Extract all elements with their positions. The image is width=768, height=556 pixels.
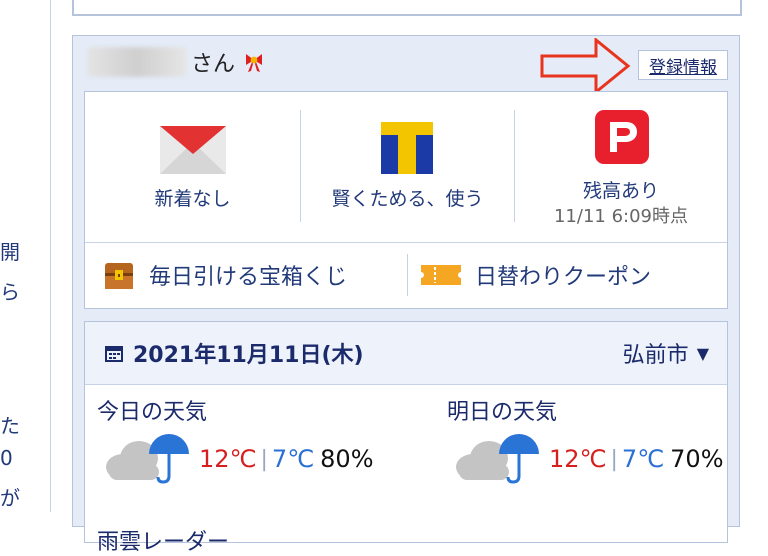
- today-weather-row[interactable]: 12℃ | 7℃ 80%: [103, 434, 374, 484]
- today-weather-title: 今日の天気: [97, 400, 208, 425]
- paypay-service[interactable]: 残高あり 11/11 6:09時点: [515, 92, 727, 242]
- weather-date: 2021年11月11日(木): [105, 322, 364, 384]
- left-column-text-2: ら: [0, 280, 20, 304]
- tomorrow-precip: 70%: [670, 445, 724, 473]
- personal-module: さん 登録情報 新着なし 賢くためる、使う 残高あり 11/11 6:09時点 …: [72, 35, 740, 555]
- treasure-lottery-label: 毎日引ける宝箱くじ: [149, 265, 348, 290]
- tomorrow-weather-row[interactable]: 12℃ | 7℃ 70%: [453, 434, 724, 484]
- registration-info-link[interactable]: 登録情報: [638, 50, 728, 80]
- daily-coupon-label: 日替わりクーポン: [475, 265, 652, 290]
- daily-coupon-link[interactable]: 日替わりクーポン: [421, 242, 651, 308]
- tomorrow-low-temp: 7℃: [621, 445, 665, 473]
- city-name: 弘前市: [622, 343, 689, 368]
- left-column-text-4: 0: [0, 446, 13, 470]
- rain-radar-title[interactable]: 雨雲レーダー: [97, 524, 229, 556]
- cloud-umbrella-icon: [456, 434, 539, 484]
- left-column-text-5: が: [0, 486, 20, 510]
- today-low-temp: 7℃: [271, 445, 315, 473]
- paypay-label: 残高あり: [582, 180, 659, 202]
- today-high-temp: 12℃: [199, 445, 257, 473]
- calendar-icon: [105, 346, 123, 362]
- tpoint-icon: [381, 122, 433, 174]
- tpoint-service[interactable]: 賢くためる、使う: [301, 92, 514, 242]
- left-column-text-1: 開: [0, 240, 20, 264]
- mail-icon: [160, 126, 226, 174]
- mail-label: 新着なし: [154, 188, 231, 210]
- dropdown-triangle-icon: ▼: [696, 343, 709, 363]
- coupon-ticket-icon: [421, 265, 461, 285]
- user-row: さん: [87, 46, 265, 78]
- temp-separator: |: [610, 446, 618, 472]
- left-column-text-3: た: [0, 414, 20, 438]
- tpoint-label: 賢くためる、使う: [331, 188, 484, 210]
- mail-service[interactable]: 新着なし: [85, 92, 300, 242]
- weather-header: 2021年11月11日(木) 弘前市 ▼: [85, 322, 727, 385]
- feature-divider: [407, 254, 408, 296]
- top-panel-edge: [72, 0, 742, 16]
- tomorrow-weather-title: 明日の天気: [447, 400, 558, 425]
- treasure-chest-icon: [105, 263, 133, 289]
- left-column: 開 ら た 0 が: [0, 0, 51, 512]
- temp-separator: |: [260, 446, 268, 472]
- weather-date-text: 2021年11月11日(木): [133, 343, 364, 368]
- ribbon-icon: [246, 54, 263, 72]
- city-selector[interactable]: 弘前市 ▼: [623, 322, 709, 384]
- arrow-pointer-icon: [540, 38, 631, 94]
- cloud-umbrella-icon: [106, 434, 189, 484]
- treasure-lottery-link[interactable]: 毎日引ける宝箱くじ: [103, 242, 347, 308]
- today-precip: 80%: [320, 445, 374, 473]
- paypay-icon: [595, 110, 649, 164]
- username-blurred: [87, 47, 187, 77]
- paypay-timestamp: 11/11 6:09時点: [553, 206, 688, 227]
- tomorrow-high-temp: 12℃: [549, 445, 607, 473]
- weather-panel: 2021年11月11日(木) 弘前市 ▼ 今日の天気 12℃ | 7℃ 80% …: [84, 321, 728, 555]
- username-suffix: さん: [191, 52, 236, 77]
- services-panel: 新着なし 賢くためる、使う 残高あり 11/11 6:09時点 毎日引ける宝箱く…: [84, 91, 728, 309]
